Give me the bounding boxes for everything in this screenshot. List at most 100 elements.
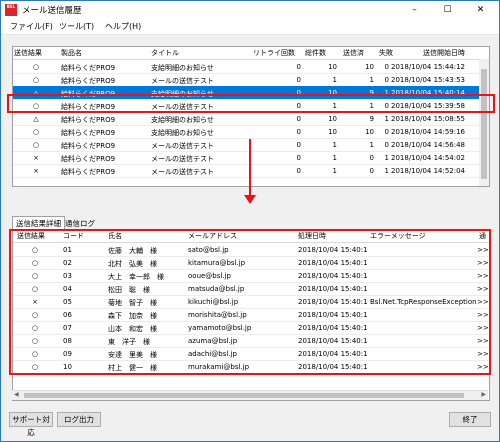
exit-button[interactable]: 終了 — [449, 412, 491, 427]
col-header-result[interactable]: 送信結果 — [14, 48, 42, 58]
maximize-button[interactable]: ☐ — [431, 1, 464, 19]
scroll-right-icon[interactable]: ▶ — [481, 391, 486, 398]
history-cell-title: メールの送信テスト — [151, 155, 214, 163]
selected-row-highlight — [7, 94, 495, 113]
history-cell-title: メールの送信テスト — [151, 77, 214, 85]
menu-tools[interactable]: ツール(T) — [59, 21, 94, 32]
history-cell-fail: 0 — [384, 76, 389, 84]
history-cell-title: メールの送信テスト — [151, 168, 214, 176]
history-cell-sent: 9 — [369, 115, 374, 123]
history-cell-total: 10 — [328, 115, 337, 123]
history-cell-retry: 0 — [296, 141, 301, 149]
history-row[interactable]: ○ 給料らくだPRO9 支給明細のお知らせ 0 10 10 0 2018/10/04 15:4… — [13, 60, 489, 74]
history-cell-product: 給料らくだPRO9 — [61, 155, 116, 163]
detail-grid-highlight — [9, 229, 491, 375]
history-cell-result: ○ — [32, 63, 40, 71]
history-row[interactable]: × 給料らくだPRO9 メールの送信テスト 0 1 0 1 2018/10/04 14:52:… — [13, 164, 489, 178]
history-cell-retry: 0 — [296, 167, 301, 175]
history-cell-start: 2018/10/04 14:52:04 — [391, 167, 466, 175]
col-header-retry[interactable]: リトライ回数 — [253, 48, 295, 58]
history-cell-product: 給料らくだPRO9 — [61, 77, 116, 85]
history-cell-start: 2018/10/04 14:54:02 — [391, 154, 466, 162]
history-cell-retry: 0 — [296, 76, 301, 84]
history-cell-product: 給料らくだPRO9 — [61, 142, 116, 150]
arrow-connector — [249, 139, 251, 196]
close-icon: ✕ — [476, 5, 485, 15]
history-cell-start: 2018/10/04 14:59:16 — [391, 128, 466, 136]
title-bar[interactable]: BSL メール送信履歴 – ☐ ✕ — [1, 1, 499, 19]
history-cell-total: 1 — [332, 154, 337, 162]
history-cell-fail: 0 — [384, 128, 389, 136]
history-cell-fail: 1 — [384, 167, 389, 175]
history-cell-sent: 1 — [369, 141, 374, 149]
scroll-left-icon[interactable]: ◀ — [14, 391, 19, 398]
history-cell-fail: 1 — [384, 154, 389, 162]
scrollbar-thumb[interactable] — [24, 393, 464, 398]
history-cell-product: 給料らくだPRO9 — [61, 129, 116, 137]
history-cell-product: 給料らくだPRO9 — [61, 116, 116, 124]
history-cell-result: ○ — [32, 128, 40, 136]
history-cell-result: ○ — [32, 76, 40, 84]
history-cell-result: × — [33, 154, 39, 162]
history-cell-title: 支給明細のお知らせ — [151, 64, 214, 72]
history-cell-start: 2018/10/04 15:08:55 — [391, 115, 466, 123]
history-cell-result: △ — [33, 115, 39, 123]
history-cell-product: 給料らくだPRO9 — [61, 168, 116, 176]
history-cell-retry: 0 — [296, 128, 301, 136]
log-output-button[interactable]: ログ出力 — [57, 412, 101, 427]
history-scrollbar-thumb[interactable] — [481, 69, 487, 179]
tab-send-result-detail[interactable]: 送信結果詳細 — [12, 216, 65, 230]
app-logo-icon: BSL — [5, 4, 17, 16]
history-cell-result: × — [33, 167, 39, 175]
menu-bar: ファイル(F) ツール(T) ヘルプ(H) — [1, 19, 499, 35]
col-header-fail[interactable]: 失敗 — [379, 48, 393, 58]
app-window: BSL メール送信履歴 – ☐ ✕ ファイル(F) ツール(T) ヘルプ(H) … — [0, 0, 500, 442]
history-cell-retry: 0 — [296, 63, 301, 71]
history-cell-title: メールの送信テスト — [151, 142, 214, 150]
history-cell-start: 2018/10/04 14:56:48 — [391, 141, 466, 149]
history-cell-sent: 0 — [369, 154, 374, 162]
history-cell-start: 2018/10/04 15:44:12 — [391, 63, 466, 71]
col-header-sent[interactable]: 送信済 — [343, 48, 364, 58]
history-row[interactable]: △ 給料らくだPRO9 支給明細のお知らせ 0 10 9 1 2018/10/04 15:08… — [13, 112, 489, 126]
history-cell-product: 給料らくだPRO9 — [61, 64, 116, 72]
history-cell-fail: 0 — [384, 63, 389, 71]
minimize-button[interactable]: – — [398, 1, 431, 19]
history-row[interactable]: ○ 給料らくだPRO9 メールの送信テスト 0 1 1 0 2018/10/04 15:43:… — [13, 73, 489, 87]
history-cell-total: 1 — [332, 141, 337, 149]
history-cell-retry: 0 — [296, 154, 301, 162]
window-title: メール送信履歴 — [22, 6, 82, 16]
history-cell-title: 支給明細のお知らせ — [151, 116, 214, 124]
history-cell-sent: 10 — [365, 63, 374, 71]
history-cell-total: 1 — [332, 76, 337, 84]
history-cell-total: 1 — [332, 167, 337, 175]
history-cell-total: 10 — [328, 128, 337, 136]
minimize-icon: – — [412, 5, 417, 15]
history-cell-retry: 0 — [296, 115, 301, 123]
col-header-title[interactable]: タイトル — [151, 48, 179, 58]
col-header-product[interactable]: 製品名 — [61, 48, 82, 58]
menu-file[interactable]: ファイル(F) — [10, 21, 53, 32]
history-cell-sent: 0 — [369, 167, 374, 175]
history-row[interactable]: ○ 給料らくだPRO9 支給明細のお知らせ 0 10 10 0 2018/10/04 14:5… — [13, 125, 489, 139]
history-cell-sent: 1 — [369, 76, 374, 84]
horizontal-scrollbar[interactable]: ◀ ▶ — [12, 390, 488, 400]
menu-help[interactable]: ヘルプ(H) — [105, 21, 141, 32]
support-button[interactable]: サポート対応 — [9, 412, 53, 437]
history-cell-sent: 10 — [365, 128, 374, 136]
arrow-down-icon — [244, 195, 256, 204]
history-grid-header: 送信結果 製品名 タイトル リトライ回数 総件数 送信済 失敗 送信開始日時 — [13, 47, 489, 60]
close-button[interactable]: ✕ — [464, 1, 497, 19]
maximize-icon: ☐ — [443, 5, 452, 15]
history-cell-title: 支給明細のお知らせ — [151, 129, 214, 137]
history-cell-total: 10 — [328, 63, 337, 71]
col-header-start[interactable]: 送信開始日時 — [423, 48, 465, 58]
history-row[interactable]: ○ 給料らくだPRO9 メールの送信テスト 0 1 1 0 2018/10/04 14:56:… — [13, 138, 489, 152]
send-history-grid: 送信結果 製品名 タイトル リトライ回数 総件数 送信済 失敗 送信開始日時 ○… — [12, 46, 490, 187]
col-header-total[interactable]: 総件数 — [305, 48, 326, 58]
history-cell-start: 2018/10/04 15:43:53 — [391, 76, 466, 84]
history-cell-fail: 0 — [384, 141, 389, 149]
history-row[interactable]: × 給料らくだPRO9 メールの送信テスト 0 1 0 1 2018/10/04 14:54:… — [13, 151, 489, 165]
history-vertical-scrollbar[interactable] — [479, 59, 489, 186]
history-cell-fail: 1 — [384, 115, 389, 123]
